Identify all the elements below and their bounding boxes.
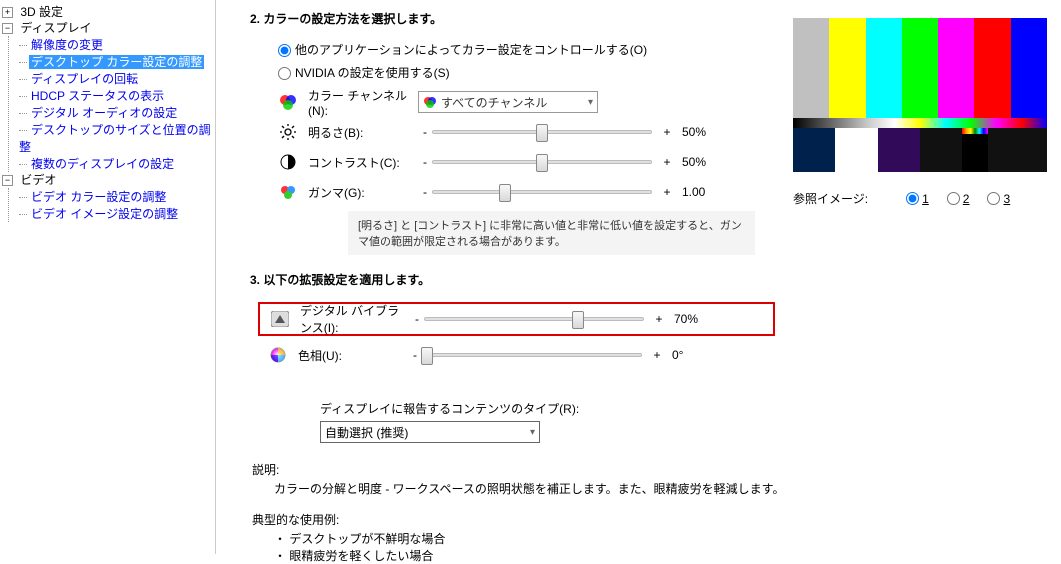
vibrance-row-highlight: デジタル バイブランス(I): - + 70% xyxy=(258,302,775,336)
tree-item-multidisplay[interactable]: 複数のディスプレイの設定 xyxy=(29,157,176,171)
brightness-label: 明るさ(B): xyxy=(308,124,418,141)
brightness-icon xyxy=(278,122,298,142)
channel-select[interactable]: すべてのチャンネル ▾ xyxy=(418,91,598,113)
contrast-slider[interactable] xyxy=(432,160,652,164)
hue-icon xyxy=(268,345,288,365)
usage-item: ・ 眼精疲労を軽くしたい場合 xyxy=(274,547,793,564)
tree-3d[interactable]: 3D 設定 xyxy=(20,5,63,19)
gamma-note: [明るさ] と [コントラスト] に非常に高い値と非常に低い値を設定すると、ガン… xyxy=(348,211,755,255)
ref-image-label: 参照イメージ: xyxy=(793,190,868,207)
radio-nvidia[interactable]: NVIDIA の設定を使用する(S) xyxy=(278,66,450,80)
tree-item-resolution[interactable]: 解像度の変更 xyxy=(29,38,105,52)
gamma-slider[interactable] xyxy=(432,190,652,194)
chevron-down-icon: ▾ xyxy=(530,427,535,438)
chevron-down-icon: ▾ xyxy=(588,97,593,108)
hue-slider[interactable] xyxy=(422,353,642,357)
tree-item-rotate[interactable]: ディスプレイの回転 xyxy=(29,72,140,86)
navigation-tree: + 3D 設定 − ディスプレイ 解像度の変更 デスクトップ カラー設定の調整 … xyxy=(0,0,216,554)
tree-item-video-image[interactable]: ビデオ イメージ設定の調整 xyxy=(29,207,180,221)
tree-display[interactable]: ディスプレイ xyxy=(20,21,91,35)
vibrance-label: デジタル バイブランス(I): xyxy=(300,302,410,336)
gamma-label: ガンマ(G): xyxy=(308,184,418,201)
gamma-icon xyxy=(278,182,298,202)
tree-item-sizepos[interactable]: デスクトップのサイズと位置の調整 xyxy=(19,123,211,154)
reference-image xyxy=(793,18,1047,172)
gamma-value: 1.00 xyxy=(682,185,722,199)
usage-heading: 典型的な使用例: xyxy=(252,511,793,528)
radio-other-app[interactable]: 他のアプリケーションによってカラー設定をコントロールする(O) xyxy=(278,43,647,57)
vibrance-value: 70% xyxy=(674,312,714,326)
tree-item-audio[interactable]: デジタル オーディオの設定 xyxy=(29,106,179,120)
desc-heading: 説明: xyxy=(252,461,793,478)
hue-label: 色相(U): xyxy=(298,347,408,364)
tree-item-hdcp[interactable]: HDCP ステータスの表示 xyxy=(29,89,166,103)
desc-body: カラーの分解と明度 - ワークスペースの照明状態を補正します。また、眼精疲労を軽… xyxy=(274,480,793,497)
brightness-slider[interactable] xyxy=(432,130,652,134)
ref-image-2[interactable]: 2 xyxy=(947,192,970,206)
contrast-value: 50% xyxy=(682,155,722,169)
report-type-select[interactable]: 自動選択 (推奨) ▾ xyxy=(320,421,540,443)
collapse-video-icon[interactable]: − xyxy=(2,175,13,186)
expand-3d-icon[interactable]: + xyxy=(2,7,13,18)
contrast-label: コントラスト(C): xyxy=(308,154,418,171)
contrast-icon xyxy=(278,152,298,172)
ref-image-3[interactable]: 3 xyxy=(987,192,1010,206)
usage-item: ・ デスクトップが不鮮明な場合 xyxy=(274,530,793,547)
section3-title: 3. 以下の拡張設定を適用します。 xyxy=(250,271,793,288)
collapse-display-icon[interactable]: − xyxy=(2,23,13,34)
hue-value: 0° xyxy=(672,348,712,362)
section2-title: 2. カラーの設定方法を選択します。 xyxy=(250,10,793,27)
brightness-value: 50% xyxy=(682,125,722,139)
channel-label: カラー チャンネル(N): xyxy=(308,87,418,118)
vibrance-icon xyxy=(270,309,290,329)
ref-image-1[interactable]: 1 xyxy=(906,192,929,206)
color-channel-icon xyxy=(278,92,298,112)
tree-item-desktop-color[interactable]: デスクトップ カラー設定の調整 xyxy=(29,55,204,69)
tree-item-video-color[interactable]: ビデオ カラー設定の調整 xyxy=(29,190,168,204)
tree-video[interactable]: ビデオ xyxy=(20,173,56,187)
report-type-label: ディスプレイに報告するコンテンツのタイプ(R): xyxy=(320,400,793,417)
vibrance-slider[interactable] xyxy=(424,317,644,321)
